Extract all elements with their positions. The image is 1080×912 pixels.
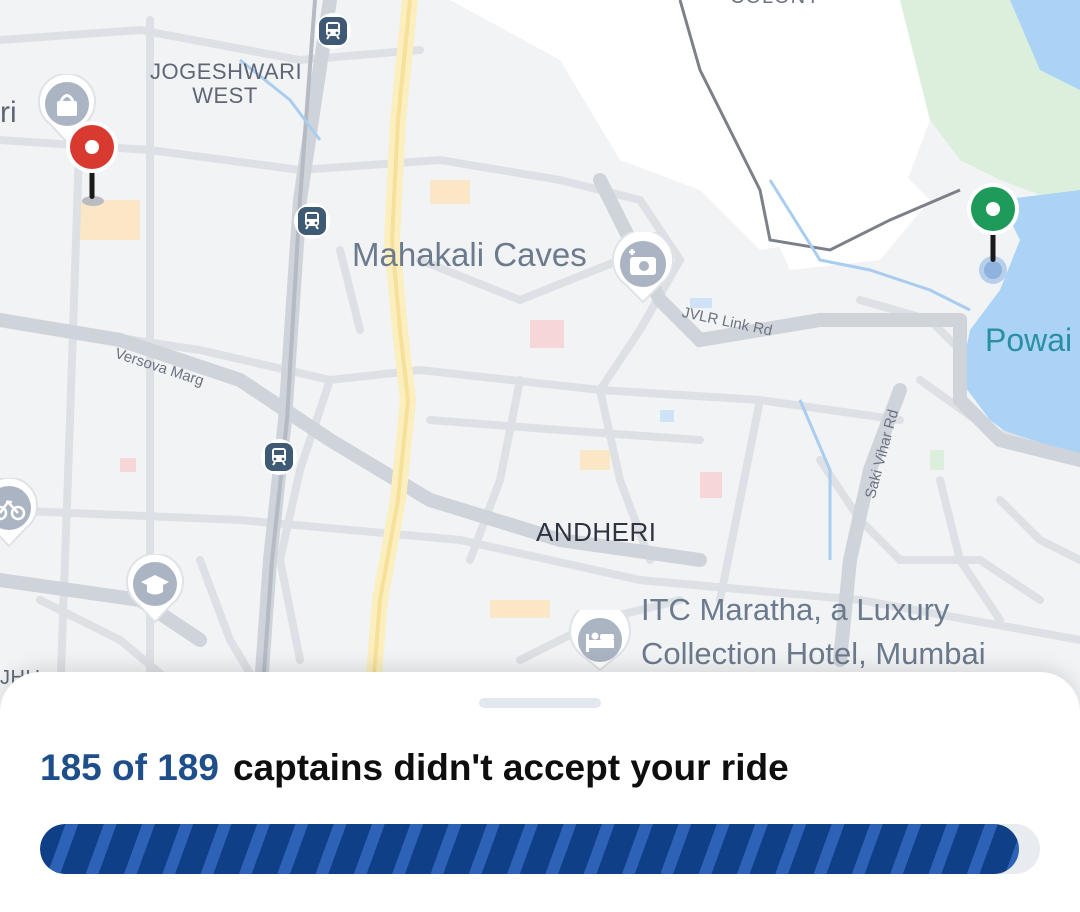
water-label-powai: Powai [985, 322, 1073, 358]
poi-label-itc-line1[interactable]: ITC Maratha, a Luxury [641, 592, 949, 628]
destination-location-pin[interactable] [965, 182, 1021, 286]
search-progress-fill [40, 824, 1019, 874]
bicycle-icon[interactable] [0, 478, 40, 550]
graduation-cap-icon[interactable] [124, 554, 186, 626]
poi-label-itc-line2[interactable]: Collection Hotel, Mumbai [641, 636, 986, 672]
area-label-jogeshwari: JOGESHWARI WEST [150, 59, 303, 108]
captain-count: 185 of 189 [40, 747, 219, 788]
pickup-location-pin[interactable] [64, 120, 120, 210]
status-message: captains didn't accept your ride [232, 747, 789, 788]
ride-status-sheet[interactable]: 185 of 189 captains didn't accept your ri… [0, 672, 1080, 912]
train-station-icon[interactable] [314, 12, 352, 50]
hotel-bed-icon[interactable] [568, 610, 632, 672]
poi-label-mahakali-caves[interactable]: Mahakali Caves [352, 236, 587, 274]
search-progress-bar [40, 824, 1040, 874]
area-label-andheri: ANDHERI [536, 517, 657, 547]
partial-area-label: ri [0, 96, 17, 129]
area-label-colony: COLONY [730, 0, 820, 9]
sheet-drag-handle[interactable] [479, 698, 601, 708]
captain-status-text: 185 of 189 captains didn't accept your ri… [40, 744, 789, 792]
train-station-icon[interactable] [260, 438, 298, 476]
camera-icon[interactable] [610, 232, 676, 306]
train-station-icon[interactable] [293, 202, 331, 240]
